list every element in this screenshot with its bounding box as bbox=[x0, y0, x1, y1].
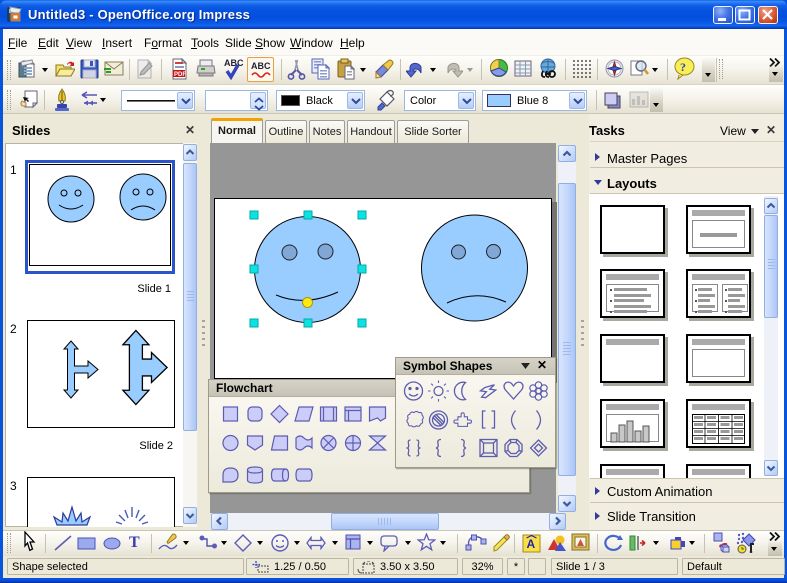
svg-text:PDF: PDF bbox=[174, 72, 186, 78]
svg-text:ABC: ABC bbox=[224, 58, 244, 68]
svg-text:ABC: ABC bbox=[251, 61, 271, 71]
svg-text:A: A bbox=[527, 537, 536, 551]
svg-text:?: ? bbox=[680, 60, 686, 74]
